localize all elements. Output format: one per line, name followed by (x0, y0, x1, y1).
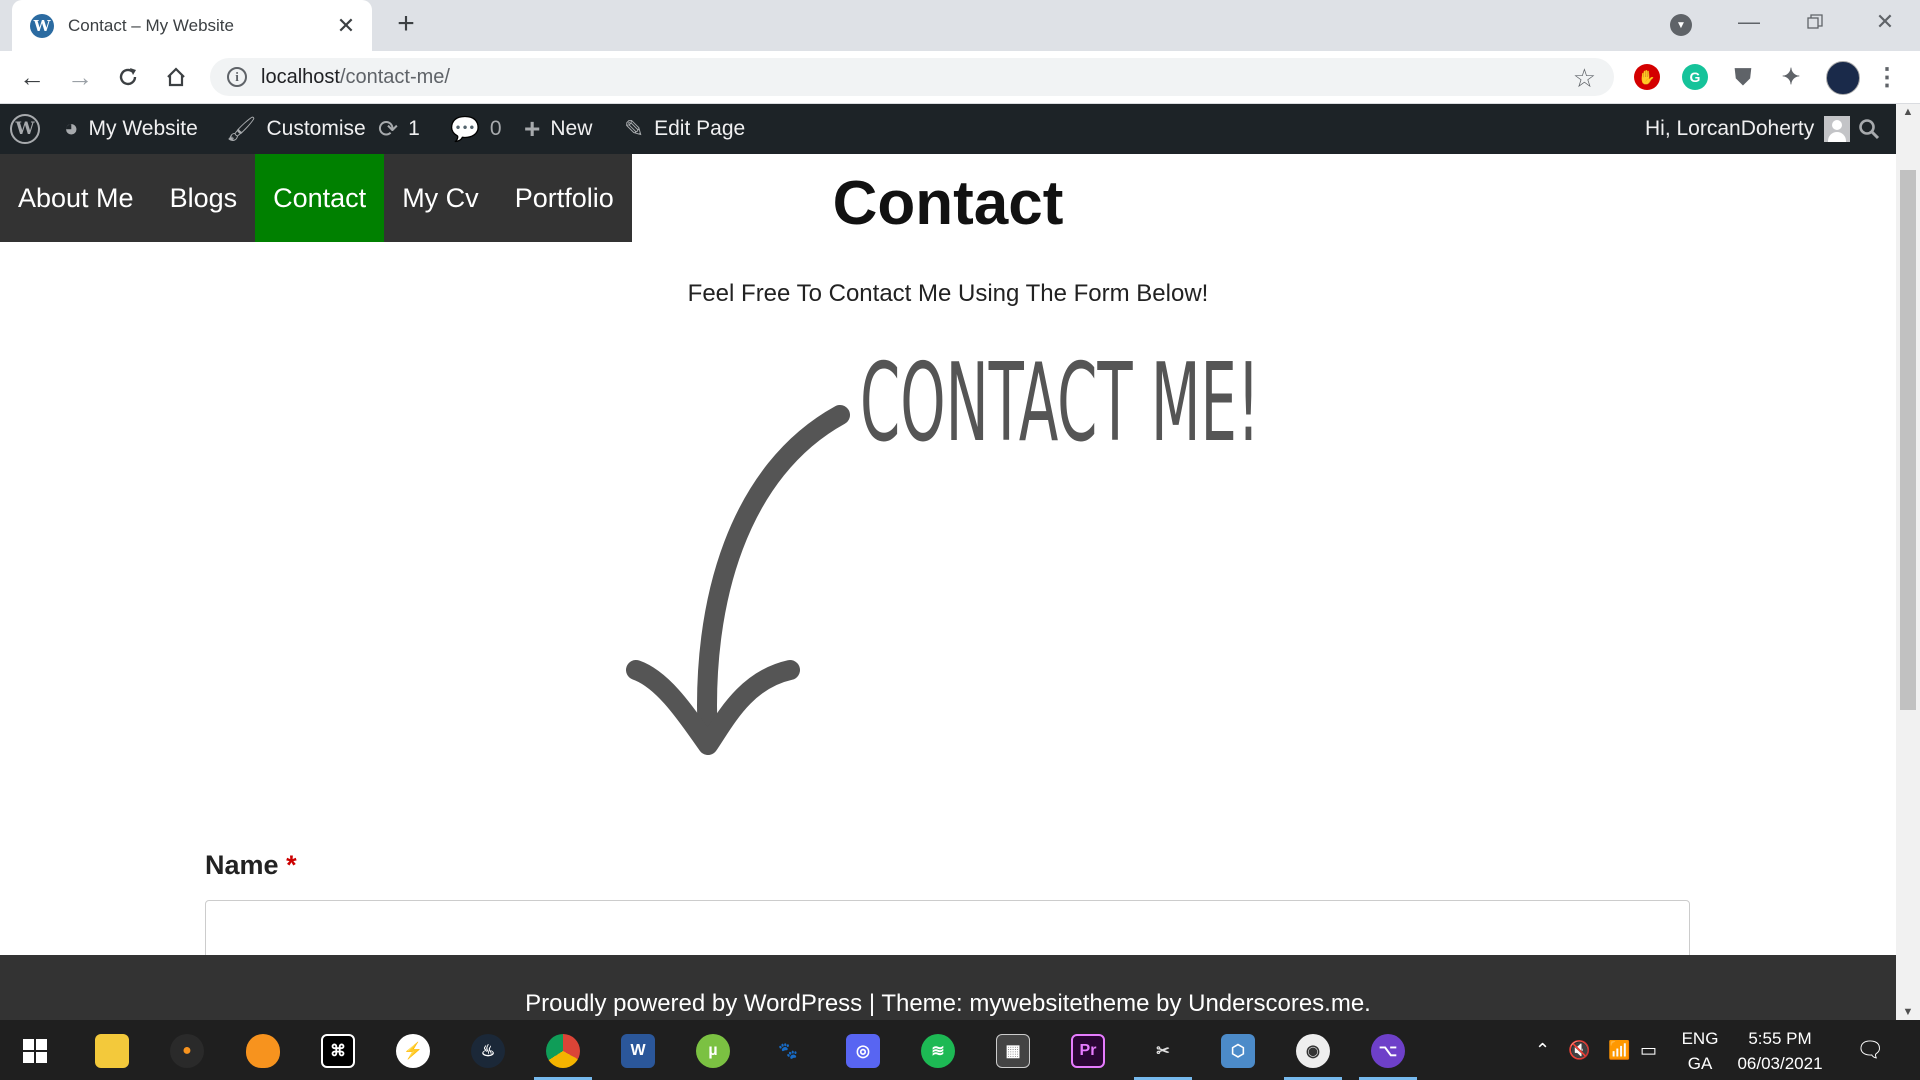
snipping-tool-icon[interactable]: ✂ (1146, 1034, 1180, 1068)
wordpress-logo-icon: W (10, 114, 40, 144)
url-text: localhost/contact-me/ (261, 66, 450, 89)
discord-icon[interactable]: ◎ (846, 1034, 880, 1068)
url-path: /contact-me/ (339, 65, 450, 88)
spotify-icon[interactable]: ≋ (921, 1034, 955, 1068)
virtualbox-icon[interactable]: ⬡ (1221, 1034, 1255, 1068)
browser-menu-icon[interactable]: ⋮ (1874, 64, 1900, 91)
customise-label: Customise (266, 117, 366, 140)
taskbar-app-icon[interactable]: ● (170, 1034, 204, 1068)
profile-avatar[interactable] (1826, 61, 1860, 95)
site-info-icon[interactable]: i (227, 67, 247, 87)
clock-date: 06/03/2021 (1737, 1054, 1823, 1073)
paintbrush-icon: 🖌 (226, 115, 257, 143)
wordpress-favicon-icon: W (30, 13, 54, 38)
contact-me-image-text: CONTACT ME! (860, 341, 1260, 466)
edit-page-label: Edit Page (654, 117, 746, 140)
back-icon[interactable]: ← (14, 59, 50, 95)
close-tab-icon[interactable]: ✕ (334, 13, 358, 39)
browser-toolbar: ← → i localhost/contact-me/ ☆ ✋ G ⛊ ✦ ⋮ (0, 51, 1920, 104)
chrome-icon[interactable] (546, 1034, 580, 1068)
gimp-icon[interactable]: 🐾 (771, 1034, 805, 1068)
grammarly-extension-icon[interactable]: G (1682, 64, 1708, 90)
edit-page-menu[interactable]: ✎ Edit Page (624, 104, 745, 154)
page-scrollbar[interactable]: ▲ ▼ (1896, 104, 1920, 1020)
contact-me-arrow-image: CONTACT ME! (626, 341, 1260, 755)
updates-count: 1 (408, 117, 420, 140)
greeting-label: Hi, LorcanDoherty (1645, 117, 1815, 140)
file-explorer-icon[interactable] (95, 1034, 129, 1068)
arrow-shaft (697, 405, 850, 750)
windows-start-icon[interactable] (18, 1034, 52, 1068)
required-marker: * (286, 850, 297, 880)
calculator-icon[interactable]: ▦ (996, 1034, 1030, 1068)
show-hidden-icons-icon[interactable]: ⌃ (1535, 1020, 1550, 1080)
reload-icon[interactable] (110, 59, 146, 95)
word-icon[interactable]: W (621, 1034, 655, 1068)
notifications-icon[interactable]: 🗨 (1856, 1020, 1884, 1080)
volume-muted-icon[interactable]: 🔇 (1568, 1020, 1590, 1080)
taskbar-app-icon[interactable]: ◉ (1296, 1034, 1330, 1068)
close-window-icon[interactable]: ✕ (1865, 6, 1905, 38)
page-subtitle: Feel Free To Contact Me Using The Form B… (687, 280, 1209, 307)
fl-studio-icon[interactable] (246, 1034, 280, 1068)
admin-search[interactable] (1858, 104, 1880, 154)
pencil-icon: ✎ (624, 115, 645, 143)
site-name-label: My Website (88, 117, 198, 140)
premiere-pro-icon[interactable]: Pr (1071, 1034, 1105, 1068)
extensions-puzzle-icon[interactable]: ✦ (1778, 64, 1804, 90)
battery-icon[interactable]: ▭ (1640, 1020, 1657, 1080)
new-label: New (550, 117, 593, 140)
restore-icon[interactable] (1795, 6, 1835, 38)
clock-time: 5:55 PM (1748, 1029, 1812, 1048)
tab-title: Contact – My Website (68, 15, 234, 35)
user-avatar-icon (1824, 116, 1851, 142)
name-input[interactable] (205, 900, 1690, 960)
address-bar[interactable]: i localhost/contact-me/ ☆ (210, 58, 1614, 96)
steam-icon[interactable]: ♨ (471, 1034, 505, 1068)
taskbar-app-icon[interactable]: ⚡ (396, 1034, 430, 1068)
site-footer: Proudly powered by WordPress | Theme: my… (0, 955, 1896, 1020)
name-field-label: Name * (205, 850, 297, 881)
comment-bubble-icon: 💬 (450, 115, 480, 143)
url-host: localhost (261, 65, 340, 88)
plus-icon: + (524, 113, 541, 144)
site-name-menu[interactable]: ◕ My Website (64, 104, 198, 154)
search-icon (1859, 119, 1880, 140)
bookmark-star-icon[interactable]: ☆ (1573, 63, 1596, 94)
new-content-menu[interactable]: + New (524, 104, 592, 154)
new-tab-button[interactable]: + (388, 6, 424, 42)
comments-menu[interactable]: 💬 0 (450, 104, 502, 154)
tab-search-icon[interactable]: ▼ (1670, 14, 1692, 36)
browser-tab-strip: W Contact – My Website ✕ + ▼ — ✕ (0, 0, 1920, 51)
updates-icon: ⟳ (378, 115, 399, 143)
wifi-icon[interactable]: 📶 (1608, 1020, 1630, 1080)
customise-menu[interactable]: 🖌 Customise (226, 104, 366, 154)
scroll-up-arrow-icon[interactable]: ▲ (1896, 106, 1920, 118)
scrollbar-thumb[interactable] (1900, 170, 1916, 710)
wp-admin-bar: W ◕ My Website 🖌 Customise ⟳ 1 💬 0 + New… (0, 104, 1896, 154)
footer-text[interactable]: Proudly powered by WordPress | Theme: my… (525, 990, 1371, 1018)
taskbar-clock[interactable]: 5:55 PM 06/03/2021 (1720, 1026, 1840, 1076)
page-title: Contact (832, 169, 1064, 238)
taskbar-app-icon[interactable]: ⌘ (321, 1034, 355, 1068)
updates-menu[interactable]: ⟳ 1 (378, 104, 420, 154)
shield-extension-icon[interactable]: ⛊ (1730, 64, 1756, 90)
scroll-down-arrow-icon[interactable]: ▼ (1896, 1006, 1920, 1018)
github-desktop-icon[interactable]: ⌥ (1371, 1034, 1405, 1068)
wp-logo-menu[interactable]: W (10, 104, 40, 154)
forward-icon[interactable]: → (62, 59, 98, 95)
utorrent-icon[interactable]: µ (696, 1034, 730, 1068)
dashboard-icon: ◕ (64, 115, 79, 142)
windows-taskbar: ● ⌘ ⚡ ♨ W µ 🐾 ◎ ≋ ▦ Pr ✂ ⬡ ◉ ⌥ ⌃ 🔇 📶 ▭ E… (0, 1020, 1920, 1080)
name-label-text: Name (205, 850, 279, 880)
home-icon[interactable] (158, 59, 194, 95)
minimize-icon[interactable]: — (1729, 6, 1769, 38)
my-account-menu[interactable]: Hi, LorcanDoherty (1645, 104, 1851, 154)
adblock-extension-icon[interactable]: ✋ (1634, 64, 1660, 90)
browser-tab[interactable]: W Contact – My Website ✕ (12, 0, 372, 51)
comments-count: 0 (489, 117, 502, 140)
